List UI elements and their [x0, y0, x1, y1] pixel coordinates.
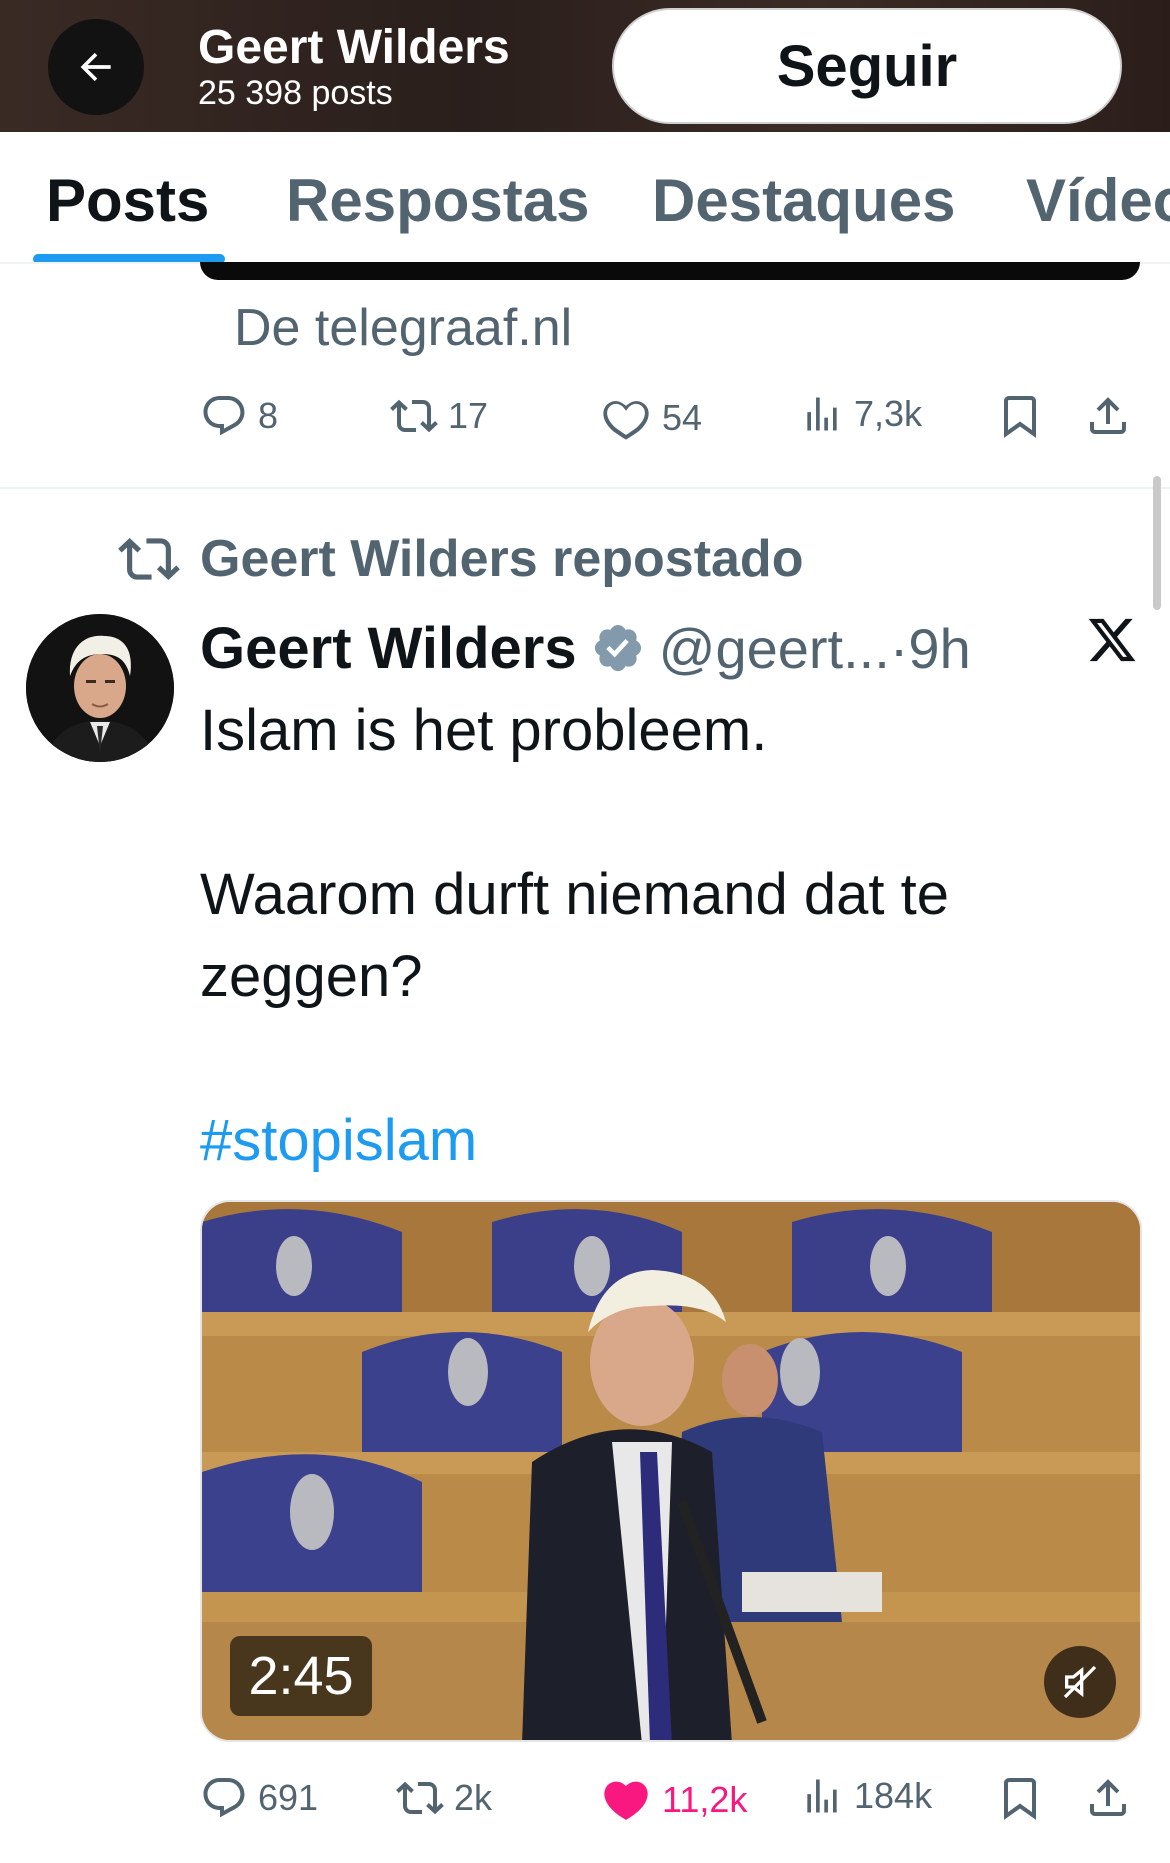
like-filled-icon [604, 1781, 648, 1820]
scrollbar[interactable] [1153, 476, 1161, 610]
reply-icon [203, 396, 245, 436]
post-author-row: Geert Wilders @geert... ·9h [200, 610, 971, 686]
views-icon [807, 397, 837, 431]
reply-count: 691 [258, 1777, 319, 1818]
profile-tabs: Posts Respostas Destaques Vídeos [0, 132, 1170, 264]
follow-button[interactable]: Seguir [612, 8, 1122, 124]
link-card-source[interactable]: De telegraaf.nl [234, 298, 572, 358]
like-button[interactable]: 11,2k [600, 1774, 747, 1826]
post-divider [0, 487, 1170, 489]
bookmark-icon [1004, 396, 1036, 438]
bookmark-button[interactable] [996, 1774, 1044, 1822]
share-icon [1090, 1779, 1126, 1816]
mute-button[interactable] [1044, 1646, 1116, 1718]
tab-videos[interactable]: Vídeos [1026, 166, 1170, 235]
views-button[interactable]: 7,3k [800, 392, 922, 436]
video-duration: 2:45 [230, 1636, 372, 1716]
views-count: 184k [854, 1775, 933, 1816]
profile-name: Geert Wilders [198, 21, 510, 74]
post-text-line: Waarom durft niemand dat te [200, 862, 949, 927]
post-text-line: Islam is het probleem. [200, 698, 768, 763]
tab-posts[interactable]: Posts [46, 166, 209, 235]
arrow-left-icon [80, 52, 111, 82]
post-body: Islam is het probleem. Waarom durft niem… [200, 690, 1120, 1182]
bookmark-icon [1004, 1778, 1036, 1820]
repost-context[interactable]: Geert Wilders repostado [118, 528, 803, 590]
repost-button[interactable]: 2k [396, 1774, 492, 1822]
repost-icon [390, 399, 438, 433]
like-button[interactable]: 54 [600, 392, 702, 444]
post-text-line: zeggen? [200, 944, 423, 1009]
previous-post-media[interactable] [200, 262, 1140, 280]
post-time[interactable]: ·9h [890, 616, 971, 681]
video-player[interactable]: 2:45 [200, 1200, 1142, 1742]
repost-button[interactable]: 17 [390, 392, 488, 440]
reply-button[interactable]: 691 [200, 1774, 318, 1822]
like-count: 54 [662, 397, 703, 438]
views-icon [807, 1779, 837, 1813]
previous-post-actions: 8 17 54 7,3k [200, 392, 1140, 452]
x-logo-icon [1088, 618, 1136, 662]
post-actions: 691 2k 11,2k 184k [200, 1774, 1140, 1834]
like-icon [603, 401, 649, 440]
share-icon [1090, 397, 1126, 434]
tab-respostas[interactable]: Respostas [286, 166, 589, 235]
profile-header: Geert Wilders 25 398 posts Seguir [0, 0, 1170, 132]
author-name[interactable]: Geert Wilders [200, 615, 577, 682]
repost-icon [396, 1781, 444, 1815]
share-button[interactable] [1084, 1774, 1132, 1822]
like-count: 11,2k [662, 1779, 748, 1820]
reply-icon [203, 1778, 245, 1818]
avatar[interactable] [26, 614, 174, 762]
reply-button[interactable]: 8 [200, 392, 278, 440]
repost-count: 2k [454, 1777, 493, 1818]
bookmark-button[interactable] [996, 392, 1044, 440]
author-handle[interactable]: @geert... [659, 616, 890, 681]
repost-icon [118, 538, 180, 580]
share-button[interactable] [1084, 392, 1132, 440]
post-count: 25 398 posts [198, 74, 393, 112]
repost-count: 17 [448, 395, 489, 436]
hashtag-link[interactable]: #stopislam [200, 1100, 1120, 1182]
verified-icon [594, 624, 641, 672]
back-button[interactable] [48, 19, 144, 115]
tab-destaques[interactable]: Destaques [652, 166, 955, 235]
active-tab-indicator [33, 254, 225, 262]
views-count: 7,3k [854, 393, 923, 434]
mute-icon [1063, 1665, 1097, 1699]
views-button[interactable]: 184k [800, 1774, 932, 1818]
repost-label: Geert Wilders repostado [200, 530, 804, 588]
reply-count: 8 [258, 395, 279, 436]
